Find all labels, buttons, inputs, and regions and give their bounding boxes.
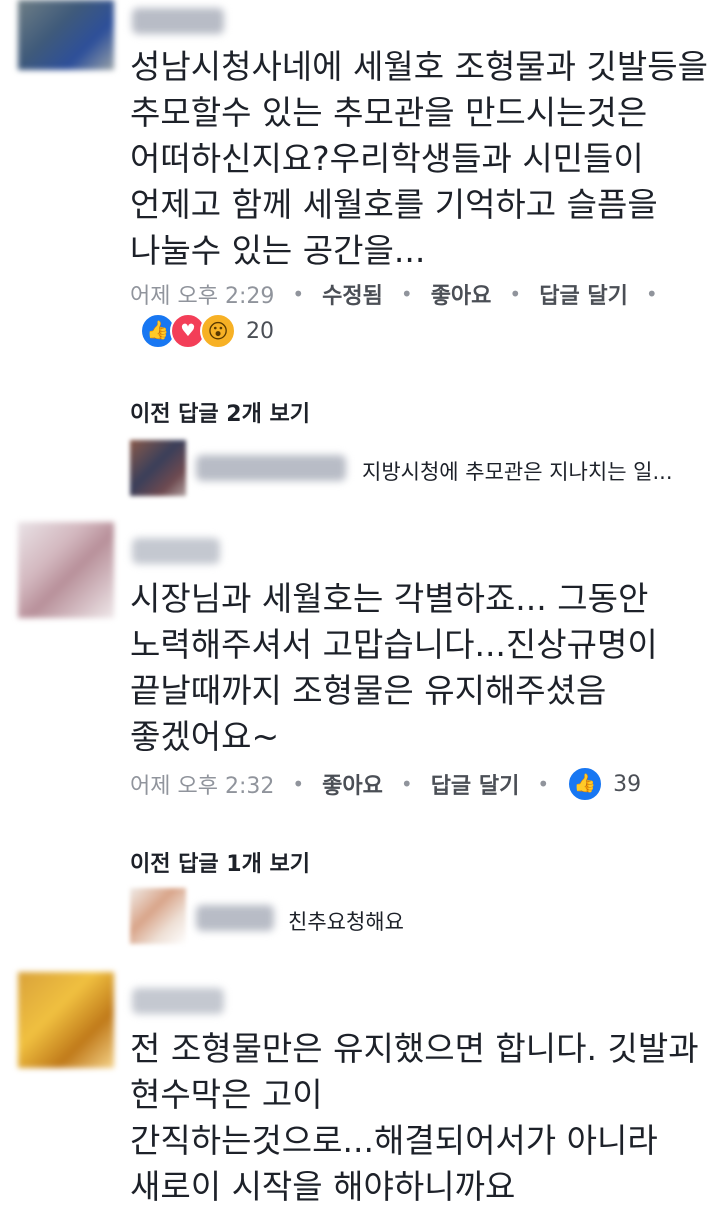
reply-author-name[interactable]: [196, 455, 346, 481]
reaction-summary[interactable]: 👍 ♥ 😮 20: [140, 313, 274, 349]
commenter-name[interactable]: [132, 538, 220, 564]
comment-meta: 어제 오후 2:32 • 좋아요 • 답글 달기 • 👍 39: [130, 766, 641, 802]
comment-text: 성남시청사네에 세월호 조형물과 깃발등을 추모할수 있는 추모관을 만드시는것…: [130, 47, 708, 270]
timestamp[interactable]: 어제 오후 2:29: [130, 278, 274, 310]
timestamp[interactable]: 어제 오후 2:32: [130, 768, 274, 800]
separator-dot: •: [292, 282, 305, 306]
comment-text: 전 조형물만은 유지했으면 합니다. 깃발과 현수막은 고이 간직하는것으로..…: [130, 1029, 699, 1206]
view-previous-replies[interactable]: 이전 답글 1개 보기: [130, 846, 310, 878]
like-reaction-icon[interactable]: 👍: [567, 766, 604, 802]
comment-text: 시장님과 세월호는 각별하죠... 그동안 노력해주셔서 고맙습니다...진상규…: [130, 579, 658, 756]
reaction-count: 20: [246, 318, 274, 344]
view-previous-replies[interactable]: 이전 답글 2개 보기: [130, 396, 310, 428]
separator-dot: •: [400, 772, 413, 796]
comment-meta: 어제 오후 2:29 • 수정됨 • 좋아요 • 답글 달기 •: [130, 278, 676, 310]
like-button[interactable]: 좋아요: [431, 278, 492, 310]
edited-link[interactable]: 수정됨: [322, 278, 383, 310]
commenter-name[interactable]: [132, 8, 224, 34]
avatar[interactable]: [130, 888, 186, 944]
avatar[interactable]: [18, 972, 114, 1068]
separator-dot: •: [292, 772, 305, 796]
like-button[interactable]: 좋아요: [322, 768, 383, 800]
reaction-count: 39: [613, 771, 642, 797]
commenter-name[interactable]: [132, 988, 224, 1014]
reply-preview-text[interactable]: 친추요청해요: [288, 906, 404, 936]
reply-preview-text[interactable]: 지방시청에 추모관은 지나치는 일...: [362, 456, 673, 486]
reply-author-name[interactable]: [196, 905, 274, 931]
separator-dot: •: [645, 282, 658, 306]
separator-dot: •: [400, 282, 413, 306]
avatar[interactable]: [18, 0, 114, 70]
avatar[interactable]: [130, 440, 186, 496]
separator-dot: •: [537, 772, 550, 796]
wow-reaction-icon: 😮: [200, 313, 236, 349]
reply-button[interactable]: 답글 달기: [539, 278, 628, 310]
separator-dot: •: [509, 282, 522, 306]
avatar[interactable]: [18, 522, 114, 618]
reply-button[interactable]: 답글 달기: [431, 768, 520, 800]
